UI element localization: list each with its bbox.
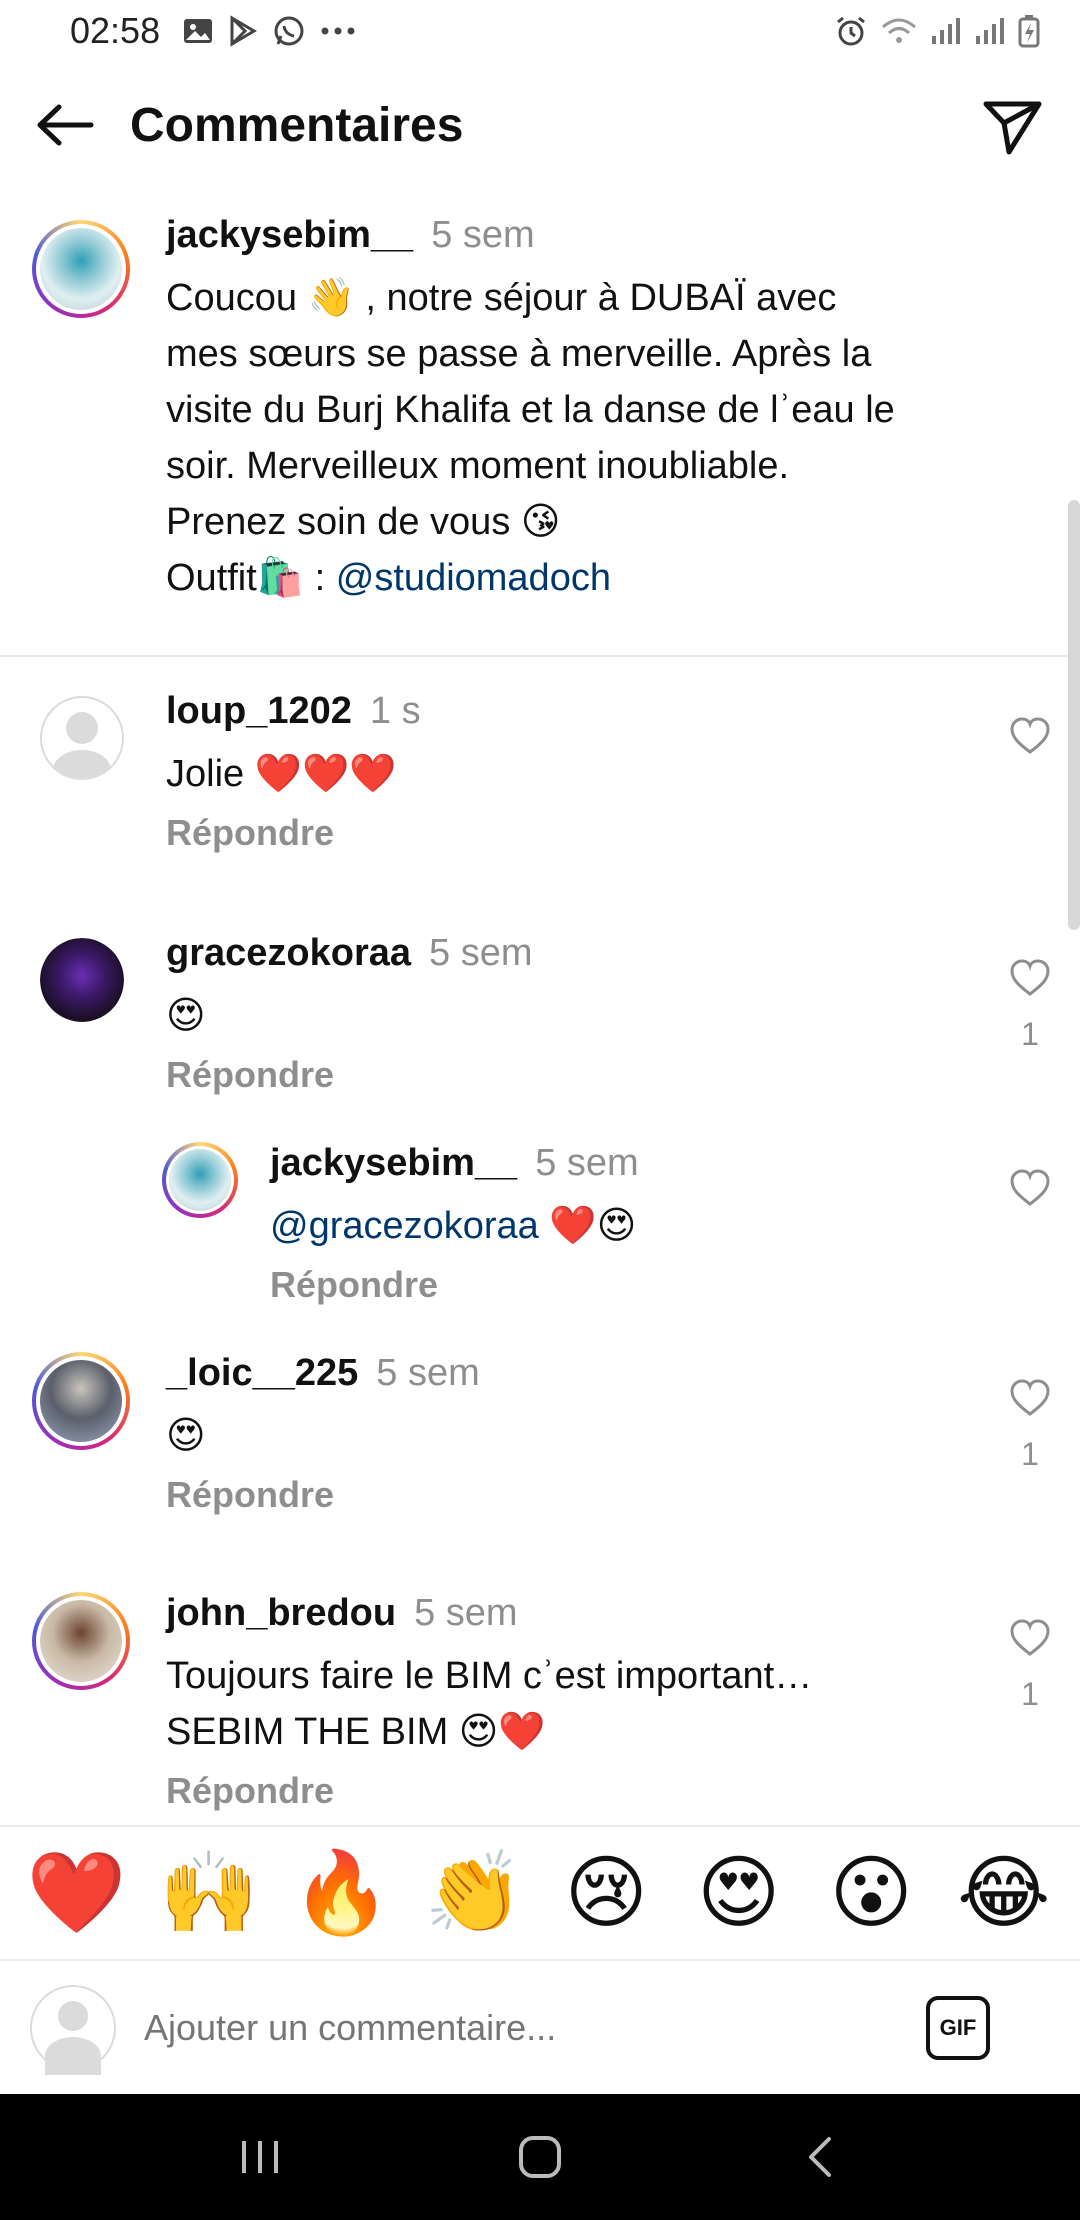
comment-text: @gracezokoraa ❤️😍 bbox=[270, 1198, 970, 1254]
comment-text-emoji: ❤️😍 bbox=[538, 1205, 637, 1247]
arrow-left-icon bbox=[37, 104, 94, 146]
home-icon bbox=[519, 2136, 561, 2178]
recent-apps-button[interactable] bbox=[215, 2112, 305, 2202]
comment-text: 😍 bbox=[166, 1415, 206, 1457]
comment-input[interactable] bbox=[144, 2007, 904, 2049]
wifi-icon bbox=[880, 13, 918, 49]
avatar[interactable] bbox=[162, 1142, 238, 1218]
emoji-fire-button[interactable]: 🔥 bbox=[286, 1853, 396, 1933]
reply-button[interactable]: Répondre bbox=[166, 1054, 966, 1096]
back-nav-button[interactable] bbox=[775, 2112, 865, 2202]
like-button[interactable]: 1 bbox=[1008, 958, 1052, 1053]
recent-apps-icon bbox=[242, 2141, 278, 2173]
caption-outfit-line: Outfit🛍️ : @studiomadoch bbox=[166, 550, 1006, 606]
caption-body: jackysebim__ 5 sem Coucou 👋 , notre séjo… bbox=[166, 214, 1006, 606]
comment-item: john_bredou 5 sem Toujours faire le BIM … bbox=[0, 1592, 1080, 1822]
home-button[interactable] bbox=[495, 2112, 585, 2202]
comment-item: gracezokoraa 5 sem 😍 Répondre 1 bbox=[0, 932, 1080, 1132]
heart-icon bbox=[1010, 959, 1050, 996]
mention-link[interactable]: @gracezokoraa bbox=[270, 1205, 539, 1247]
comment-time: 5 sem bbox=[429, 932, 533, 974]
reply-button[interactable]: Répondre bbox=[270, 1264, 970, 1306]
play-store-icon bbox=[228, 13, 258, 49]
avatar[interactable] bbox=[40, 696, 124, 780]
like-button[interactable] bbox=[1008, 716, 1052, 756]
comment-input-row: GIF bbox=[0, 1962, 1080, 2094]
avatar bbox=[30, 1985, 116, 2075]
status-right-icons bbox=[834, 13, 1040, 49]
comment-item: _loic__225 5 sem 😍 Répondre 1 bbox=[0, 1352, 1080, 1552]
heart-icon bbox=[1010, 1169, 1050, 1206]
comment-username[interactable]: _loic__225 bbox=[166, 1352, 358, 1395]
gif-button[interactable]: GIF bbox=[926, 1996, 990, 2060]
reply-button[interactable]: Répondre bbox=[166, 1770, 966, 1812]
caption-line: Coucou 👋 , notre séjour à DUBAÏ avec bbox=[166, 277, 837, 319]
avatar[interactable] bbox=[32, 220, 130, 318]
like-count[interactable]: 1 bbox=[1008, 1436, 1052, 1473]
avatar[interactable] bbox=[32, 1352, 130, 1450]
caption-line: soir. Merveilleux moment inoubliable. bbox=[166, 445, 790, 487]
emoji-crying-button[interactable]: 😢 bbox=[551, 1853, 661, 1933]
page-title: Commentaires bbox=[130, 98, 464, 152]
status-left-icons bbox=[182, 13, 356, 49]
divider bbox=[0, 655, 1080, 657]
comment-reply-item: jackysebim__ 5 sem @gracezokoraa ❤️😍 Rép… bbox=[0, 1142, 1080, 1342]
back-button[interactable] bbox=[0, 80, 130, 170]
avatar[interactable] bbox=[32, 1592, 130, 1690]
gallery-icon bbox=[182, 13, 214, 49]
like-button[interactable]: 1 bbox=[1008, 1618, 1052, 1713]
share-button[interactable] bbox=[976, 90, 1050, 164]
like-button[interactable] bbox=[1008, 1168, 1052, 1208]
like-button[interactable]: 1 bbox=[1008, 1378, 1052, 1473]
comment-time: 1 s bbox=[369, 690, 421, 732]
like-count[interactable]: 1 bbox=[1008, 1676, 1052, 1713]
send-icon bbox=[983, 101, 1042, 155]
status-bar: 02:58 bbox=[0, 0, 1080, 62]
header: Commentaires bbox=[0, 80, 1080, 170]
outfit-prefix: Outfit🛍️ : bbox=[166, 557, 336, 599]
emoji-red-heart-button[interactable]: ❤️ bbox=[21, 1853, 131, 1933]
reply-button[interactable]: Répondre bbox=[166, 1474, 966, 1516]
caption-username[interactable]: jackysebim__ bbox=[166, 214, 413, 257]
emoji-raising-hands-button[interactable]: 🙌 bbox=[154, 1853, 264, 1933]
status-time: 02:58 bbox=[70, 10, 161, 51]
comment-item: loup_1202 1 s Jolie ❤️❤️❤️ Répondre bbox=[0, 690, 1080, 890]
comment-username[interactable]: gracezokoraa bbox=[166, 932, 411, 975]
caption-line: visite du Burj Khalifa et la danse de lʾ… bbox=[166, 389, 895, 431]
emoji-laughing-button[interactable]: 😂 bbox=[949, 1853, 1059, 1933]
comment-username[interactable]: loup_1202 bbox=[166, 690, 352, 733]
heart-icon bbox=[1010, 1619, 1050, 1656]
avatar[interactable] bbox=[40, 938, 124, 1022]
emoji-heart-eyes-button[interactable]: 😍 bbox=[684, 1853, 794, 1933]
battery-icon bbox=[1018, 13, 1040, 49]
system-nav-bar bbox=[0, 2094, 1080, 2220]
comment-text: Toujours faire le BIM cʾest important… bbox=[166, 1655, 813, 1697]
comment-username[interactable]: jackysebim__ bbox=[270, 1142, 517, 1185]
more-dots-icon bbox=[320, 13, 356, 49]
signal-icon bbox=[930, 13, 962, 49]
caption-line: mes sœurs se passe à merveille. Après la bbox=[166, 333, 872, 375]
reply-button[interactable]: Répondre bbox=[166, 812, 966, 854]
emoji-clapping-button[interactable]: 👏 bbox=[419, 1853, 529, 1933]
caption-time: 5 sem bbox=[431, 214, 535, 256]
caption-line: Prenez soin de vous 😘 bbox=[166, 501, 561, 543]
mention-link[interactable]: @studiomadoch bbox=[336, 557, 611, 599]
alarm-icon bbox=[834, 13, 868, 49]
comment-text: 😍 bbox=[166, 995, 206, 1037]
emoji-surprised-button[interactable]: 😮 bbox=[816, 1853, 926, 1933]
heart-icon bbox=[1010, 717, 1050, 754]
comment-time: 5 sem bbox=[376, 1352, 480, 1394]
comment-text: Jolie ❤️❤️❤️ bbox=[166, 753, 397, 795]
like-count[interactable]: 1 bbox=[1008, 1016, 1052, 1053]
comment-time: 5 sem bbox=[535, 1142, 639, 1184]
comment-time: 5 sem bbox=[414, 1592, 518, 1634]
back-icon bbox=[809, 2137, 831, 2177]
comment-text: SEBIM THE BIM 😍❤️ bbox=[166, 1711, 546, 1753]
heart-icon bbox=[1010, 1379, 1050, 1416]
signal-icon bbox=[974, 13, 1006, 49]
scrollbar[interactable] bbox=[1068, 500, 1080, 930]
emoji-quick-bar: ❤️ 🙌 🔥 👏 😢 😍 😮 😂 bbox=[0, 1825, 1080, 1961]
whatsapp-icon bbox=[272, 13, 306, 49]
comment-username[interactable]: john_bredou bbox=[166, 1592, 396, 1635]
